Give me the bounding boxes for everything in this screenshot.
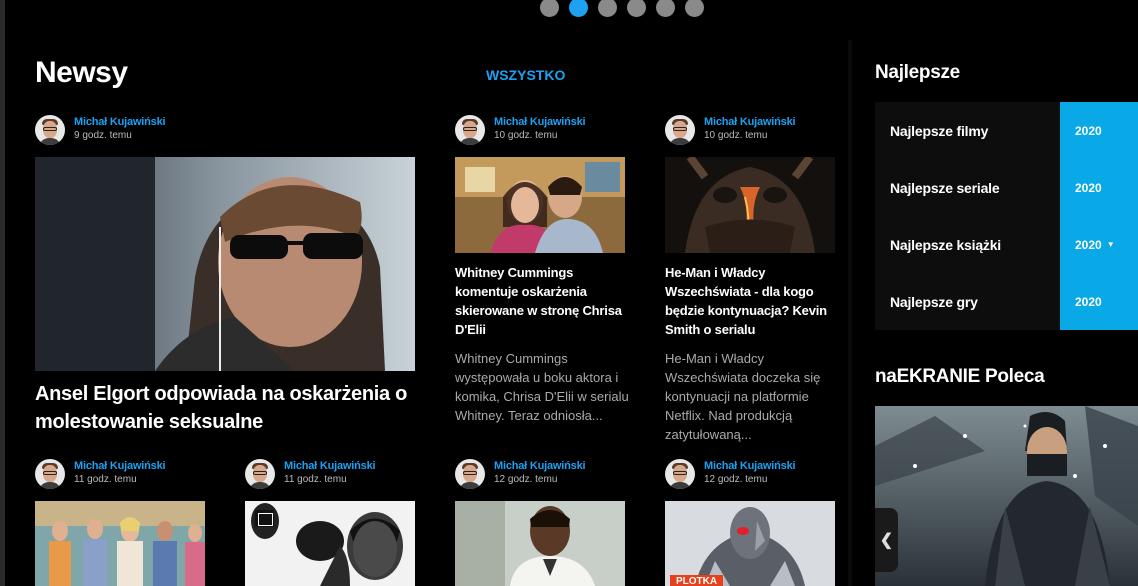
slider-dot-active[interactable] bbox=[569, 0, 588, 17]
best-item-label[interactable]: Najlepsze gry bbox=[875, 273, 1060, 330]
avatar[interactable] bbox=[455, 459, 485, 489]
news-section-title: Newsy bbox=[35, 56, 128, 89]
avatar[interactable] bbox=[35, 459, 65, 489]
featured-image[interactable] bbox=[35, 157, 415, 371]
author-name[interactable]: Michał Kujawiński bbox=[74, 115, 166, 129]
article-excerpt: Whitney Cummings występowała u boku akto… bbox=[455, 351, 629, 423]
filter-all-link[interactable]: WSZYSTKO bbox=[486, 67, 565, 83]
post-time: 11 godz. temu bbox=[74, 474, 137, 485]
best-item-games[interactable]: Najlepsze gry 2020 bbox=[875, 273, 1138, 330]
year-selector[interactable]: 2020 bbox=[1060, 102, 1138, 159]
article-image[interactable] bbox=[665, 157, 835, 253]
post-time: 11 godz. temu bbox=[284, 474, 347, 485]
author-row: Michał Kujawiński 12 godz. temu bbox=[455, 459, 586, 489]
article-image[interactable] bbox=[35, 501, 205, 586]
year-selector[interactable]: 2020 bbox=[1060, 159, 1138, 216]
gallery-icon bbox=[255, 510, 274, 527]
slider-dots bbox=[540, 0, 704, 17]
slider-dot[interactable] bbox=[656, 0, 675, 17]
article-headline[interactable]: He-Man i Władcy Wszechświata - dla kogo … bbox=[665, 263, 840, 339]
year-value: 2020 bbox=[1075, 294, 1102, 309]
post-time: 10 godz. temu bbox=[704, 130, 768, 141]
author-row: Michał Kujawiński 11 godz. temu bbox=[245, 459, 376, 489]
best-item-films[interactable]: Najlepsze filmy 2020 bbox=[875, 102, 1138, 159]
best-item-series[interactable]: Najlepsze seriale 2020 bbox=[875, 159, 1138, 216]
sidebar-divider bbox=[848, 40, 852, 586]
author-name[interactable]: Michał Kujawiński bbox=[494, 459, 586, 473]
author-row: Michał Kujawiński 10 godz. temu bbox=[455, 115, 586, 145]
year-value: 2020 bbox=[1075, 123, 1102, 138]
featured-headline[interactable]: Ansel Elgort odpowiada na oskarżenia o m… bbox=[35, 380, 415, 436]
best-list: Najlepsze filmy 2020 Najlepsze seriale 2… bbox=[875, 102, 1138, 330]
recommend-image[interactable] bbox=[875, 406, 1138, 586]
year-selector[interactable]: 2020 bbox=[1060, 273, 1138, 330]
article-image[interactable] bbox=[665, 501, 835, 586]
best-item-books[interactable]: Najlepsze książki 2020 ▼ bbox=[875, 216, 1138, 273]
year-selector[interactable]: 2020 ▼ bbox=[1060, 216, 1138, 273]
slider-dot[interactable] bbox=[598, 0, 617, 17]
post-time: 12 godz. temu bbox=[494, 474, 558, 485]
recommend-section-title: naEKRANIE Poleca bbox=[875, 366, 1045, 387]
article-headline[interactable]: Whitney Cummings komentuje oskarżenia sk… bbox=[455, 263, 630, 339]
author-name[interactable]: Michał Kujawiński bbox=[284, 459, 376, 473]
left-edge bbox=[0, 0, 5, 586]
year-value: 2020 bbox=[1075, 237, 1102, 252]
best-section-title: Najlepsze bbox=[875, 62, 960, 83]
caret-down-icon: ▼ bbox=[1106, 240, 1115, 249]
best-item-label[interactable]: Najlepsze seriale bbox=[875, 159, 1060, 216]
year-value: 2020 bbox=[1075, 180, 1102, 195]
post-time: 10 godz. temu bbox=[494, 130, 558, 141]
avatar[interactable] bbox=[665, 115, 695, 145]
best-item-label[interactable]: Najlepsze książki bbox=[875, 216, 1060, 273]
author-name[interactable]: Michał Kujawiński bbox=[494, 115, 586, 129]
best-item-label[interactable]: Najlepsze filmy bbox=[875, 102, 1060, 159]
author-row: Michał Kujawiński 11 godz. temu bbox=[35, 459, 166, 489]
post-time: 9 godz. temu bbox=[74, 130, 132, 141]
chevron-left-icon: ❮ bbox=[879, 532, 894, 549]
article-excerpt: He-Man i Władcy Wszechświata doczeka się… bbox=[665, 351, 821, 442]
avatar[interactable] bbox=[35, 115, 65, 145]
slider-dot[interactable] bbox=[685, 0, 704, 17]
author-row: Michał Kujawiński 10 godz. temu bbox=[665, 115, 796, 145]
article-image[interactable] bbox=[455, 157, 625, 253]
avatar[interactable] bbox=[665, 459, 695, 489]
post-time: 12 godz. temu bbox=[704, 474, 768, 485]
slider-dot[interactable] bbox=[540, 0, 559, 17]
plotka-badge: PLOTKA bbox=[670, 575, 724, 586]
avatar[interactable] bbox=[245, 459, 275, 489]
author-row: Michał Kujawiński 12 godz. temu bbox=[665, 459, 796, 489]
avatar[interactable] bbox=[455, 115, 485, 145]
carousel-prev-button[interactable]: ❮ bbox=[875, 508, 898, 572]
author-name[interactable]: Michał Kujawiński bbox=[74, 459, 166, 473]
article-image[interactable] bbox=[455, 501, 625, 586]
slider-dot[interactable] bbox=[627, 0, 646, 17]
author-name[interactable]: Michał Kujawiński bbox=[704, 459, 796, 473]
author-name[interactable]: Michał Kujawiński bbox=[704, 115, 796, 129]
author-row: Michał Kujawiński 9 godz. temu bbox=[35, 115, 166, 145]
